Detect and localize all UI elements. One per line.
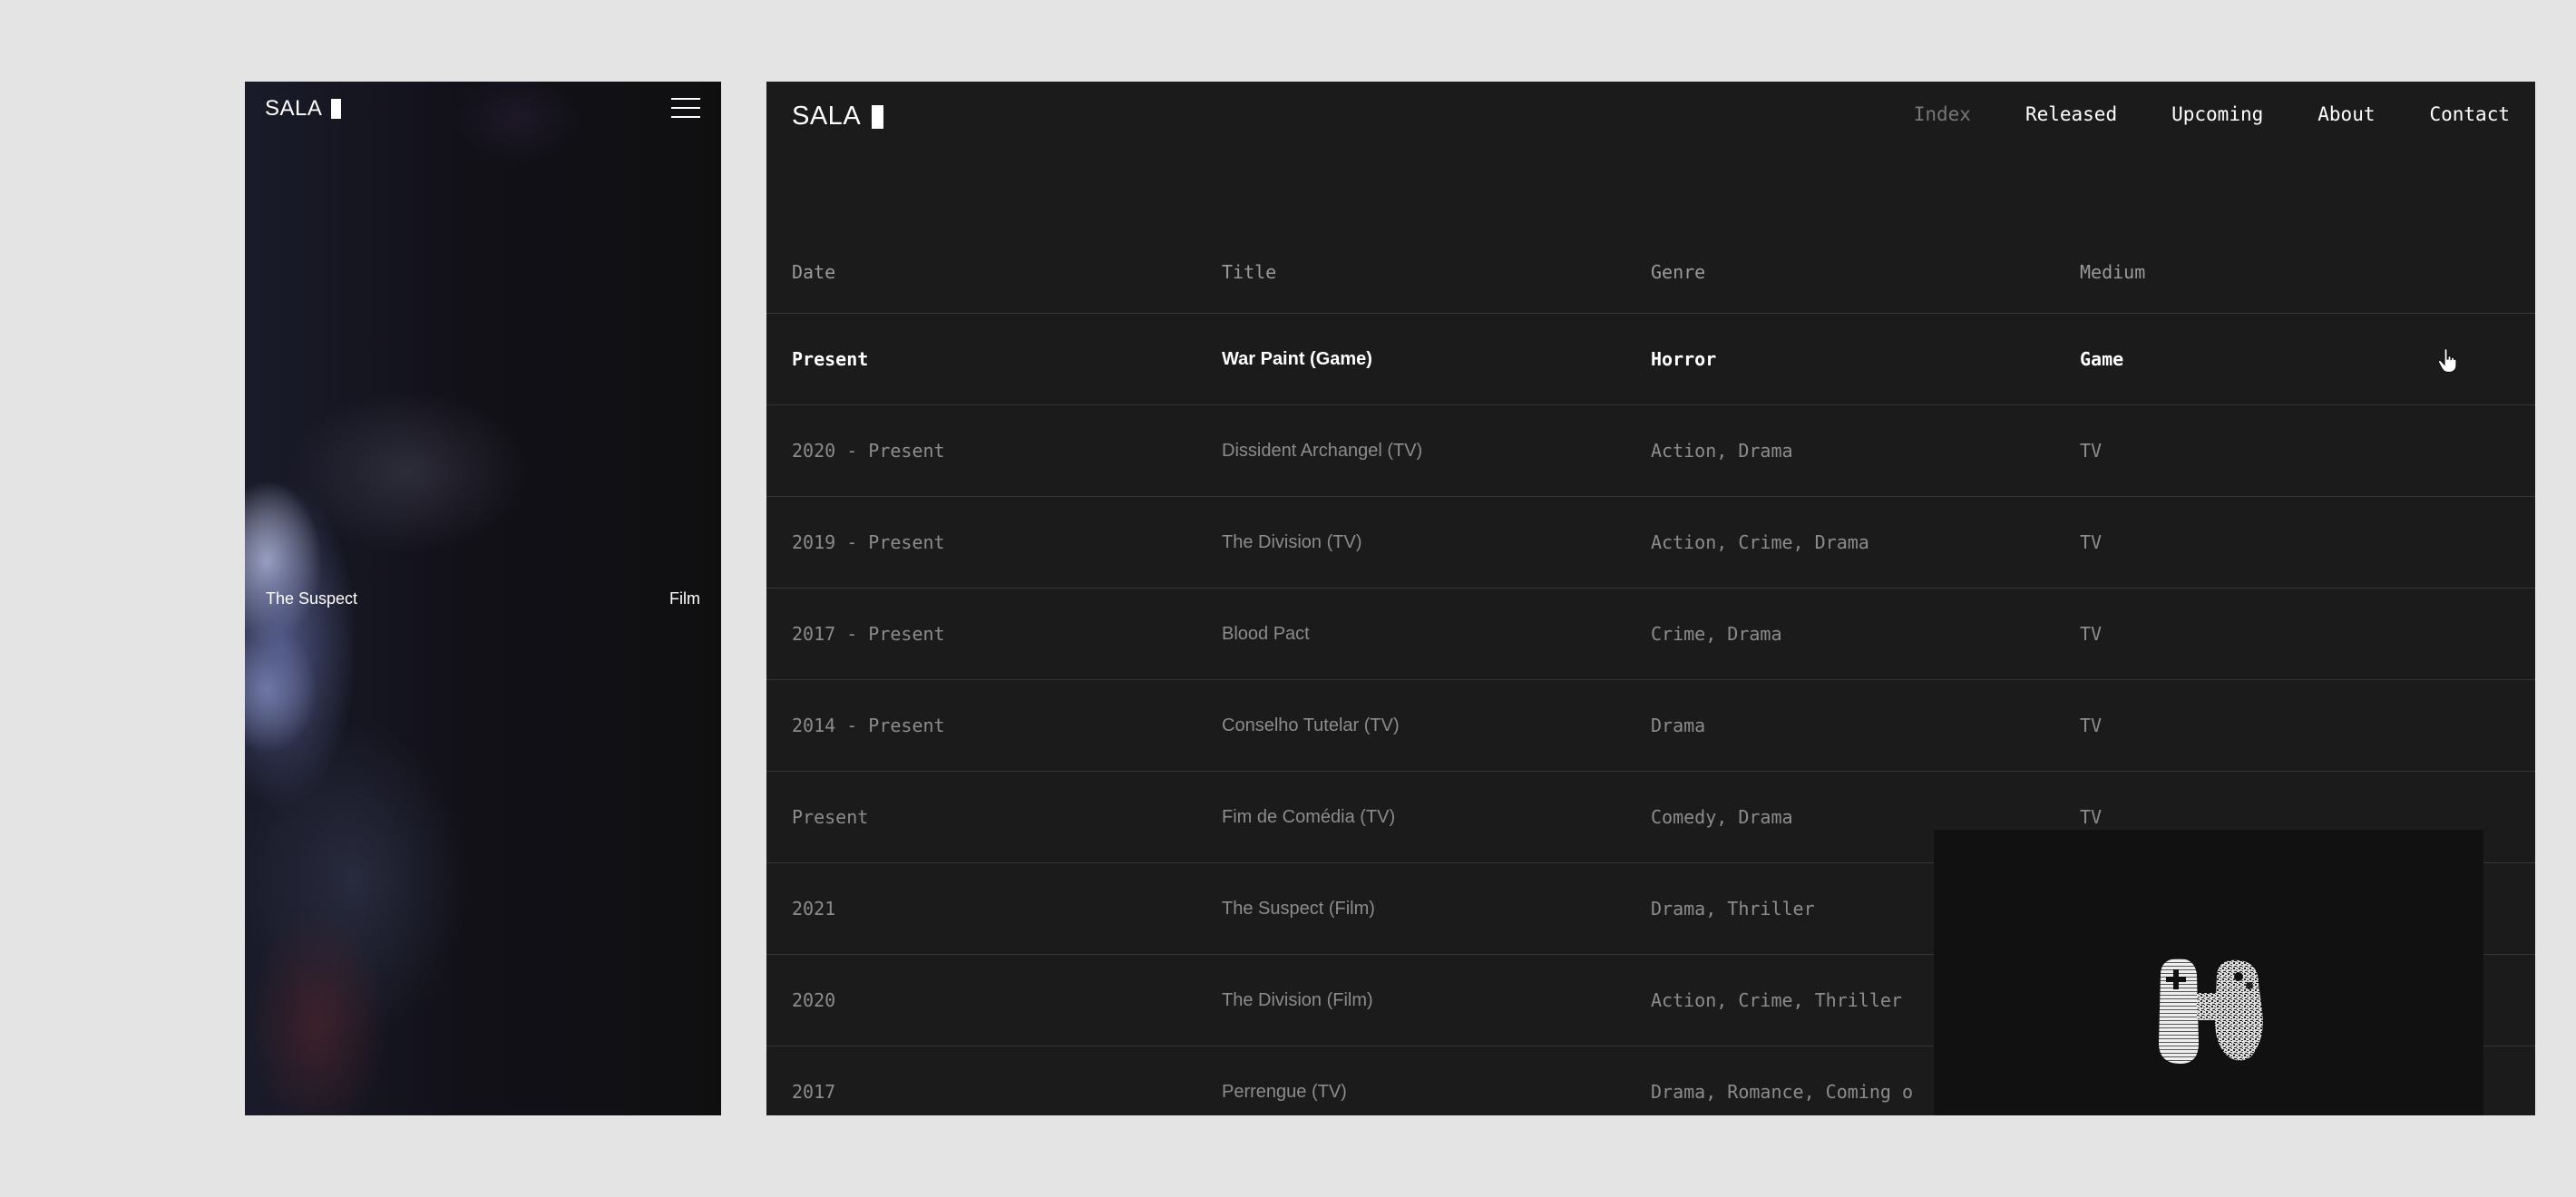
cell-medium: TV [2080,531,2103,553]
cell-title: Perrengue (TV) [1222,1081,1347,1102]
cell-date: Present [792,348,869,370]
cell-date: 2017 [792,1081,836,1103]
mobile-caption-medium: Film [669,589,700,608]
hand-pointer-icon [2437,348,2457,374]
cell-medium: TV [2080,806,2103,828]
cell-title: The Division (Film) [1222,989,1373,1010]
mobile-logo[interactable]: SALA [265,96,342,122]
cell-medium: TV [2080,715,2103,736]
cell-date: 2019 - Present [792,531,945,553]
hover-preview-thumbnail [1934,830,2483,1115]
cell-title: Conselho Tutelar (TV) [1222,715,1400,735]
header-medium[interactable]: Medium [2080,261,2145,283]
cell-genre: Drama, Thriller [1651,898,1815,920]
table-row[interactable]: 2019 - Present The Division (TV) Action,… [766,496,2535,588]
nav-item-released[interactable]: Released [2025,103,2117,125]
cell-medium: TV [2080,623,2103,645]
hamburger-menu-icon[interactable] [671,98,700,118]
cell-title: Fim de Comédia (TV) [1222,806,1396,827]
cell-date: 2020 [792,989,836,1011]
header-genre[interactable]: Genre [1651,261,1705,283]
nav-item-upcoming[interactable]: Upcoming [2171,103,2263,125]
cell-date: 2021 [792,898,836,920]
nav-item-index[interactable]: Index [1914,103,1971,125]
cell-title: Blood Pact [1222,623,1310,644]
nav-item-about[interactable]: About [2317,103,2375,125]
cell-title: The Division (TV) [1222,531,1362,552]
cell-date: 2017 - Present [792,623,945,645]
cell-genre: Crime, Drama [1651,623,1782,645]
table-row[interactable]: 2017 - Present Blood Pact Crime, Drama T… [766,588,2535,679]
desktop-logo[interactable]: SALA [792,102,884,131]
header-date[interactable]: Date [792,261,835,283]
logo-block-icon [872,104,884,129]
table-row[interactable]: Present War Paint (Game) Horror Game [766,313,2535,404]
cell-medium: Game [2080,348,2124,370]
cell-genre: Drama, Romance, Coming o [1651,1081,1913,1103]
cell-genre: Horror [1651,348,1717,370]
main-nav: Index Released Upcoming About Contact [1914,103,2510,125]
gamepad-glitch-icon [2159,959,2263,1064]
mobile-logo-text: SALA [265,96,323,121]
nav-item-contact[interactable]: Contact [2429,103,2510,125]
table-row[interactable]: 2020 - Present Dissident Archangel (TV) … [766,404,2535,496]
header-title[interactable]: Title [1222,261,1276,283]
cell-genre: Comedy, Drama [1651,806,1793,828]
table-row[interactable]: 2014 - Present Conselho Tutelar (TV) Dra… [766,679,2535,771]
cell-genre: Action, Crime, Thriller [1651,989,1902,1011]
table-header-row: Date Title Genre Medium [766,231,2535,313]
cell-title: The Suspect (Film) [1222,898,1375,919]
cell-title: Dissident Archangel (TV) [1222,440,1423,461]
cell-date: 2020 - Present [792,440,945,462]
cell-date: Present [792,806,869,828]
logo-block-icon [331,99,342,119]
desktop-preview-frame: SALA Index Released Upcoming About Conta… [766,82,2535,1115]
cell-genre: Drama [1651,715,1706,736]
cell-genre: Action, Drama [1651,440,1793,462]
cell-date: 2014 - Present [792,715,945,736]
cell-title: War Paint (Game) [1222,348,1372,369]
mobile-preview-frame: SALA The Suspect Film [245,82,721,1115]
desktop-logo-text: SALA [792,102,862,131]
cell-genre: Action, Crime, Drama [1651,531,1869,553]
cell-medium: TV [2080,440,2103,462]
mobile-caption-title[interactable]: The Suspect [266,589,357,608]
